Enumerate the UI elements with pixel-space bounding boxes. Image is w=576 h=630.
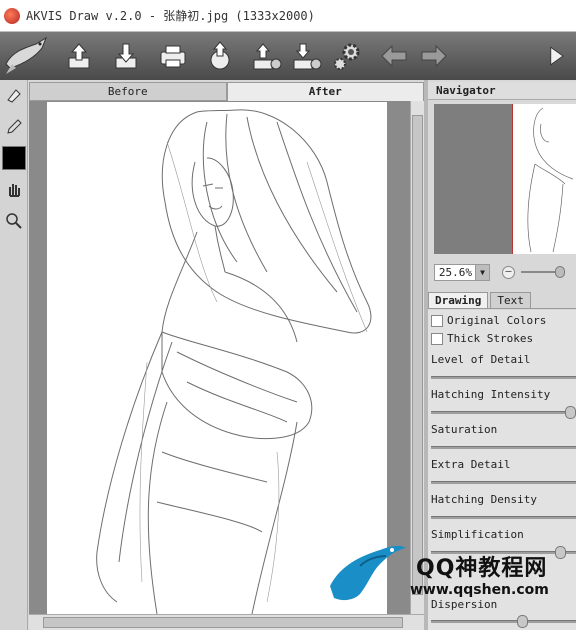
magnifier-icon [6, 213, 22, 229]
tab-drawing[interactable]: Drawing [428, 292, 489, 308]
zoom-slider-knob[interactable] [555, 266, 565, 278]
checkbox-box[interactable] [431, 314, 443, 327]
color-swatch[interactable] [2, 146, 26, 170]
share-icon [210, 41, 230, 70]
dispersion-label: Dispersion [431, 598, 498, 611]
eraser-tool[interactable] [1, 82, 27, 108]
zoom-level-field[interactable]: 25.6% [434, 263, 476, 281]
sketch-image[interactable] [47, 102, 387, 614]
navigator-title: Navigator [428, 82, 576, 100]
title-bar: AKVIS Draw v.2.0 - 张静初.jpg (1333x2000) [0, 0, 576, 32]
navigator-preview[interactable] [434, 104, 576, 254]
tab-after[interactable]: After [226, 82, 424, 101]
hatching-density-slider[interactable] [431, 516, 576, 519]
batch-download-icon [293, 43, 322, 70]
saturation-slider[interactable] [431, 446, 576, 449]
horizontal-scrollbar[interactable] [29, 614, 424, 630]
pencil-sketch-figure [96, 109, 372, 614]
window-title: AKVIS Draw v.2.0 - 张静初.jpg (1333x2000) [26, 9, 315, 23]
batch-upload-button[interactable] [249, 36, 285, 76]
view-tabs: Before After [29, 82, 424, 101]
tab-before[interactable]: Before [29, 82, 227, 101]
batch-download-button[interactable] [289, 36, 325, 76]
batch-upload-icon [253, 43, 282, 70]
pencil-icon [7, 119, 22, 134]
run-button[interactable] [542, 36, 570, 76]
zoom-tool[interactable] [1, 208, 27, 234]
original-colors-label: Original Colors [447, 314, 547, 327]
thick-strokes-label: Thick Strokes [447, 332, 534, 345]
hatching-intensity-slider[interactable] [431, 406, 576, 419]
print-icon [160, 45, 186, 68]
navigator-thumbnail [527, 107, 574, 253]
hand-icon [9, 184, 20, 197]
redo-button[interactable] [416, 36, 452, 76]
hand-tool[interactable] [1, 176, 27, 202]
undo-arrow-icon [381, 44, 407, 68]
settings-tabs: Drawing Text [428, 292, 576, 309]
drawing-settings-panel: Original Colors Thick Strokes Level of D… [428, 310, 576, 630]
save-button[interactable] [108, 36, 144, 76]
app-icon [4, 7, 20, 24]
zoom-out-button[interactable]: – [502, 265, 515, 279]
extra-detail-slider[interactable] [431, 481, 576, 484]
akvis-logo-icon [5, 36, 48, 74]
zoom-slider[interactable] [521, 266, 565, 278]
open-icon [68, 43, 90, 69]
vertical-scrollbar[interactable] [410, 101, 424, 614]
preferences-button[interactable] [329, 36, 365, 76]
zoom-dropdown-button[interactable]: ▼ [476, 263, 490, 281]
print-button[interactable] [155, 36, 191, 76]
settings-gear-icon [334, 43, 360, 70]
tab-text[interactable]: Text [490, 292, 531, 308]
level-of-detail-label: Level of Detail [431, 353, 531, 366]
simplification-slider[interactable] [431, 546, 576, 559]
zoom-controls: 25.6% ▼ – [434, 262, 576, 282]
image-viewport[interactable] [29, 101, 410, 614]
dispersion-knob[interactable] [517, 615, 528, 628]
undo-button[interactable] [376, 36, 412, 76]
simplification-label: Simplification [431, 528, 524, 541]
hatching-intensity-label: Hatching Intensity [431, 388, 551, 401]
vertical-scroll-thumb[interactable] [412, 115, 423, 595]
pencil-tool[interactable] [1, 114, 27, 140]
extra-detail-label: Extra Detail [431, 458, 511, 471]
chevron-down-icon: ▼ [480, 267, 485, 277]
toolbar [0, 32, 576, 80]
hatching-intensity-knob[interactable] [565, 406, 576, 419]
dispersion-slider[interactable] [431, 615, 576, 628]
tool-column [0, 80, 28, 630]
hatching-density-label: Hatching Density [431, 493, 537, 506]
horizontal-scroll-thumb[interactable] [43, 617, 403, 628]
checkbox-box[interactable] [431, 332, 443, 345]
original-colors-checkbox[interactable]: Original Colors [431, 314, 546, 327]
thick-strokes-checkbox[interactable]: Thick Strokes [431, 332, 533, 345]
run-icon [550, 46, 564, 66]
simplification-knob[interactable] [555, 546, 566, 559]
redo-arrow-icon [421, 44, 447, 68]
share-button[interactable] [202, 36, 238, 76]
level-of-detail-slider[interactable] [431, 376, 576, 379]
save-icon [115, 43, 137, 69]
open-button[interactable] [61, 36, 97, 76]
saturation-label: Saturation [431, 423, 498, 436]
eraser-icon [7, 89, 21, 103]
navigator-viewport-frame[interactable] [512, 104, 576, 254]
